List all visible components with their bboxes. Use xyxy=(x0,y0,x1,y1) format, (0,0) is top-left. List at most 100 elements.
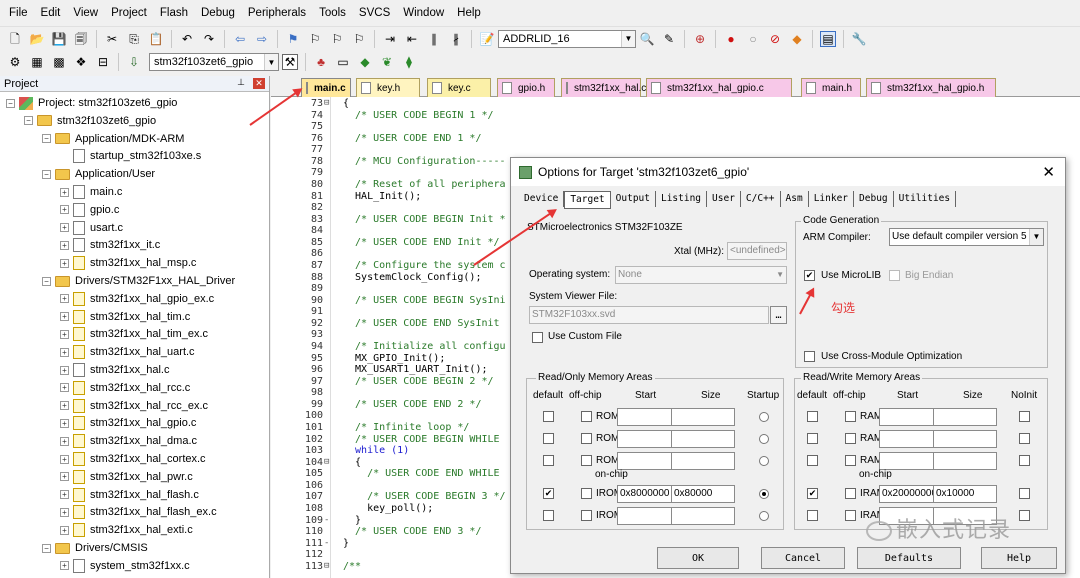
noinit-checkbox[interactable] xyxy=(1019,411,1030,422)
expand-icon[interactable]: + xyxy=(60,347,69,357)
svd-input[interactable]: STM32F103xx.svd xyxy=(529,306,769,324)
tree-row[interactable]: startup_stm32f103xe.s xyxy=(60,147,201,165)
tree-row[interactable]: + stm32f1xx_hal_rcc.c xyxy=(60,379,190,397)
find-icon[interactable]: 🔍 xyxy=(639,31,655,47)
tree-row[interactable]: − Project: stm32f103zet6_gpio xyxy=(6,94,177,112)
default-checkbox[interactable] xyxy=(543,433,554,444)
expand-icon[interactable]: + xyxy=(60,187,69,197)
bookmark-clear-icon[interactable]: ⚐ xyxy=(351,31,367,47)
expand-icon[interactable]: + xyxy=(60,223,69,233)
offchip-checkbox[interactable] xyxy=(581,510,592,521)
tree-row[interactable]: + stm32f1xx_hal.c xyxy=(60,361,169,379)
offchip-checkbox[interactable] xyxy=(845,455,856,466)
menu-help[interactable]: Help xyxy=(452,7,489,19)
offchip-checkbox[interactable] xyxy=(845,488,856,499)
startup-radio[interactable] xyxy=(759,489,769,499)
batch-build-icon[interactable]: ❖ xyxy=(73,54,89,70)
offchip-checkbox[interactable] xyxy=(845,433,856,444)
expand-icon[interactable]: + xyxy=(60,472,69,482)
open-folder-icon[interactable]: 📂 xyxy=(29,31,45,47)
tab-key-h[interactable]: key.h xyxy=(356,78,420,97)
redo-icon[interactable]: ↷ xyxy=(201,31,217,47)
tab-stm32f1xx-hal-gpio-c[interactable]: stm32f1xx_hal_gpio.c xyxy=(646,78,792,97)
nav-back-icon[interactable]: ⇦ xyxy=(232,31,248,47)
fold-marker[interactable]: ⊟ xyxy=(324,561,329,573)
rte-icon[interactable]: ⧫ xyxy=(401,54,417,70)
menu-window[interactable]: Window xyxy=(398,7,452,19)
dialog-tab-asm[interactable]: Asm xyxy=(781,191,809,207)
expand-icon[interactable]: + xyxy=(60,436,69,446)
xtal-input[interactable]: <undefined> xyxy=(727,242,787,260)
mem-size-input[interactable] xyxy=(933,430,997,448)
collapse-icon[interactable]: − xyxy=(42,543,51,553)
mem-size-input[interactable]: 0x10000 xyxy=(933,485,997,503)
tree-row[interactable]: − Application/User xyxy=(42,165,155,183)
menu-edit[interactable]: Edit xyxy=(36,7,69,19)
use-microlib-checkbox[interactable]: ✔ xyxy=(804,270,815,281)
tree-row[interactable]: − Drivers/STM32F1xx_HAL_Driver xyxy=(42,272,235,290)
breakpoint-disable-icon[interactable]: ○ xyxy=(745,31,761,47)
debug-start-icon[interactable]: ⊕ xyxy=(692,31,708,47)
fold-marker[interactable]: - xyxy=(324,538,329,550)
mem-size-input[interactable] xyxy=(671,430,735,448)
fold-marker[interactable]: - xyxy=(324,515,329,527)
rebuild-icon[interactable]: ▩ xyxy=(51,54,67,70)
tree-row[interactable]: − Application/MDK-ARM xyxy=(42,130,184,148)
menu-project[interactable]: Project xyxy=(106,7,155,19)
close-icon[interactable]: ✕ xyxy=(1042,163,1055,181)
options-for-target-icon[interactable]: ⚒ xyxy=(282,54,298,70)
default-checkbox[interactable] xyxy=(543,510,554,521)
save-icon[interactable]: 💾 xyxy=(51,31,67,47)
tree-row[interactable]: + stm32f1xx_hal_rcc_ex.c xyxy=(60,397,208,415)
collapse-icon[interactable]: − xyxy=(24,116,33,126)
expand-icon[interactable]: + xyxy=(60,294,69,304)
menu-tools[interactable]: Tools xyxy=(314,7,354,19)
tab-gpio-h[interactable]: gpio.h xyxy=(497,78,555,97)
expand-icon[interactable]: + xyxy=(60,525,69,535)
tree-row[interactable]: + stm32f1xx_it.c xyxy=(60,236,160,254)
dialog-tab-cc[interactable]: C/C++ xyxy=(741,191,781,207)
noinit-checkbox[interactable] xyxy=(1019,488,1030,499)
breakpoint-icon[interactable]: ● xyxy=(723,31,739,47)
default-checkbox[interactable] xyxy=(807,510,818,521)
dialog-tab-debug[interactable]: Debug xyxy=(854,191,894,207)
mem-size-input[interactable]: 0x80000 xyxy=(671,485,735,503)
tree-row[interactable]: + stm32f1xx_hal_exti.c xyxy=(60,521,193,539)
bookmark-next-icon[interactable]: ⚐ xyxy=(329,31,345,47)
uncomment-icon[interactable]: ∦ xyxy=(448,31,464,47)
tree-row[interactable]: + stm32f1xx_hal_tim.c xyxy=(60,308,190,326)
tab-main-h[interactable]: main.h xyxy=(801,78,861,97)
dialog-ok-button[interactable]: OK xyxy=(657,547,739,569)
fold-marker[interactable]: ⊟ xyxy=(324,457,329,469)
expand-icon[interactable]: + xyxy=(60,240,69,250)
menu-debug[interactable]: Debug xyxy=(196,7,243,19)
indent-icon[interactable]: ⇥ xyxy=(382,31,398,47)
dialog-defaults-button[interactable]: Defaults xyxy=(857,547,961,569)
pin-icon[interactable]: ⊥ xyxy=(237,77,245,88)
tab-stm32f1xx-hal-gpio-h[interactable]: stm32f1xx_hal_gpio.h xyxy=(866,78,996,97)
select-packs-icon[interactable]: ◆ xyxy=(357,54,373,70)
mem-size-input[interactable] xyxy=(933,452,997,470)
find-in-files-icon[interactable]: 📝 xyxy=(479,31,495,47)
dialog-tab-output[interactable]: Output xyxy=(611,191,656,207)
breakpoint-clear-icon[interactable]: ⊘ xyxy=(767,31,783,47)
mem-size-input[interactable] xyxy=(671,452,735,470)
menu-peripherals[interactable]: Peripherals xyxy=(243,7,314,19)
expand-icon[interactable]: + xyxy=(60,365,69,375)
expand-icon[interactable]: + xyxy=(60,490,69,500)
copy-icon[interactable]: ⎘ xyxy=(126,31,142,47)
tree-row[interactable]: + main.c xyxy=(60,183,122,201)
tree-row[interactable]: − Drivers/CMSIS xyxy=(42,539,148,557)
offchip-checkbox[interactable] xyxy=(581,433,592,444)
compiler-select[interactable]: Use default compiler version 5 ▼ xyxy=(889,228,1044,246)
collapse-icon[interactable]: − xyxy=(42,134,51,144)
comment-icon[interactable]: ∥ xyxy=(426,31,442,47)
default-checkbox[interactable] xyxy=(807,455,818,466)
noinit-checkbox[interactable] xyxy=(1019,510,1030,521)
tree-row[interactable]: + stm32f1xx_hal_tim_ex.c xyxy=(60,325,208,343)
mem-size-input[interactable] xyxy=(933,408,997,426)
dialog-tab-utilities[interactable]: Utilities xyxy=(894,191,957,207)
offchip-checkbox[interactable] xyxy=(581,411,592,422)
expand-icon[interactable]: + xyxy=(60,312,69,322)
new-file-icon[interactable]: 🗋 xyxy=(7,31,23,47)
